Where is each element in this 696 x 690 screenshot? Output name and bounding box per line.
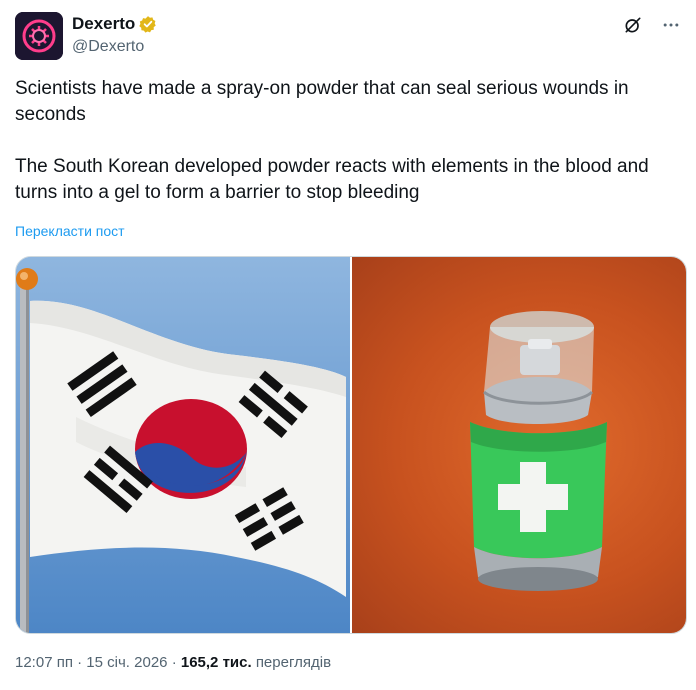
tweet-time[interactable]: 12:07 пп	[15, 654, 73, 671]
more-options-icon[interactable]	[660, 14, 682, 36]
views-count: 165,2 тис.	[180, 654, 252, 671]
author-name-row[interactable]: Dexerto	[72, 14, 157, 34]
tweet-meta: 12:07 пп · 15 січ. 2026 · 165,2 тис. пер…	[15, 654, 331, 671]
tweet-text: Scientists have made a spray-on powder t…	[15, 78, 649, 203]
author-handle[interactable]: @Dexerto	[72, 38, 144, 56]
avatar[interactable]	[15, 12, 63, 60]
tweet-media[interactable]	[15, 256, 687, 634]
spray-can-illustration	[470, 311, 607, 591]
translate-post-link[interactable]: Перекласти пост	[15, 223, 125, 239]
author-name[interactable]: Dexerto	[72, 14, 135, 34]
grok-icon[interactable]	[622, 14, 644, 36]
south-korean-flag-image[interactable]	[16, 257, 350, 633]
spray-can-image[interactable]	[352, 257, 686, 633]
verified-badge-icon	[139, 15, 157, 33]
views-label: переглядів	[255, 654, 332, 671]
separator-dot: ·	[171, 654, 181, 671]
tweet-date[interactable]: 15 січ. 2026	[86, 654, 167, 671]
separator-dot: ·	[77, 654, 87, 671]
top-actions	[622, 14, 682, 36]
dexerto-logo-icon	[15, 12, 63, 60]
flag-illustration	[16, 257, 350, 633]
